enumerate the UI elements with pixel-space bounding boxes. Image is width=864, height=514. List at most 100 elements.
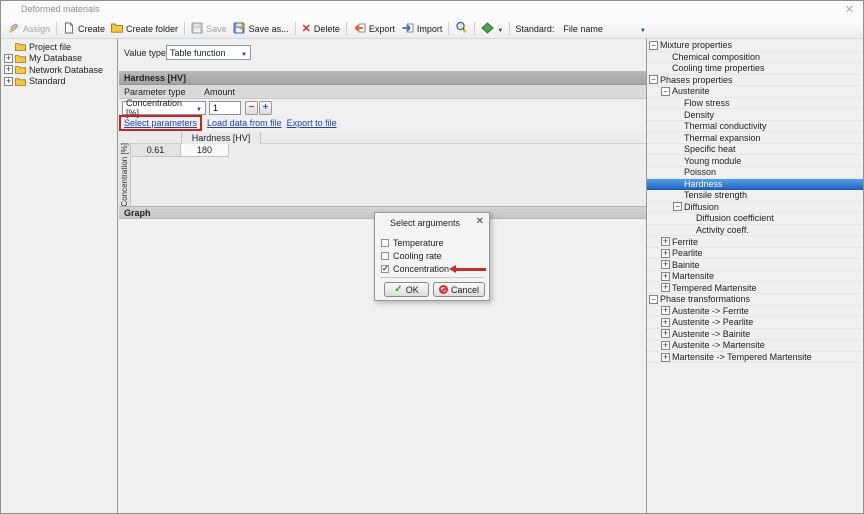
load-data-from-file-link[interactable]: Load data from file (207, 118, 282, 128)
red-highlight-box: Select parameters (119, 115, 202, 131)
toolbar-separator (346, 22, 347, 35)
tree-item-cooling-time-properties[interactable]: Cooling time properties (647, 63, 864, 75)
concentration-checkbox-row[interactable]: Concentration (381, 263, 449, 274)
toolbar-separator (184, 22, 185, 35)
tree-item-chemical-composition[interactable]: Chemical composition (647, 52, 864, 64)
collapse-minus-icon[interactable] (649, 75, 658, 84)
check-icon: ✓ (394, 285, 402, 294)
tree-item-thermal-conductivity[interactable]: Thermal conductivity (647, 121, 864, 133)
value-type-dropdown[interactable]: Table function (166, 45, 251, 60)
decrease-button[interactable]: − (245, 101, 258, 115)
tree-item-austenite-martensite[interactable]: Austenite -> Martensite (647, 340, 864, 352)
tree-item-tensile-strength[interactable]: Tensile strength (647, 190, 864, 202)
tree-item-specific-heat[interactable]: Specific heat (647, 144, 864, 156)
ok-button[interactable]: ✓ OK (384, 282, 429, 297)
checkbox-unchecked-icon[interactable] (381, 252, 389, 260)
tree-item-density[interactable]: Density (647, 109, 864, 121)
tree-item-austenite-ferrite[interactable]: Austenite -> Ferrite (647, 306, 864, 318)
tree-item-hardness-selected[interactable]: Hardness (647, 179, 864, 191)
expand-plus-icon[interactable] (661, 237, 670, 246)
table-column-header: Hardness [HV] (181, 132, 261, 144)
amount-input[interactable] (209, 101, 241, 115)
expand-plus-icon[interactable] (661, 283, 670, 292)
ok-label: OK (406, 285, 419, 295)
tree-item-bainite[interactable]: Bainite (647, 259, 864, 271)
title-bar: Deformed materials ✕ (1, 1, 863, 19)
left-tree-item-standard[interactable]: Standard (1, 76, 117, 88)
parameter-type-dropdown[interactable]: Concentration [%] (122, 101, 206, 115)
tree-item-thermal-expansion[interactable]: Thermal expansion (647, 132, 864, 144)
tree-item-flow-stress[interactable]: Flow stress (647, 98, 864, 110)
left-tree-item-my-database[interactable]: My Database (1, 53, 117, 65)
dialog-separator (380, 277, 484, 278)
prohibition-icon (439, 285, 448, 294)
export-button[interactable]: Export (350, 21, 398, 37)
save-icon (191, 22, 203, 36)
dialog-close-icon[interactable]: ✕ (476, 216, 484, 227)
window-title: Deformed materials (21, 4, 100, 14)
tree-item-pearlite[interactable]: Pearlite (647, 248, 864, 260)
import-button[interactable]: Import (398, 21, 446, 37)
cancel-button[interactable]: Cancel (433, 282, 485, 297)
tree-item-young-module[interactable]: Young module (647, 155, 864, 167)
checkbox-unchecked-icon[interactable] (381, 239, 389, 247)
expand-plus-icon[interactable] (661, 306, 670, 315)
create-folder-label: Create folder (126, 24, 178, 34)
value-type-label: Value type (124, 48, 166, 58)
tree-item-austenite-pearlite[interactable]: Austenite -> Pearlite (647, 317, 864, 329)
standard-dropdown[interactable]: File name (554, 23, 648, 35)
table-cell[interactable]: 180 (181, 144, 229, 157)
expand-plus-icon[interactable] (4, 65, 13, 74)
temperature-checkbox-row[interactable]: Temperature (381, 237, 444, 248)
collapse-minus-icon[interactable] (661, 87, 670, 96)
tree-item-diffusion-coefficient[interactable]: Diffusion coefficient (647, 213, 864, 225)
tree-item-martensite[interactable]: Martensite (647, 271, 864, 283)
delete-label: Delete (314, 24, 340, 34)
tree-item-austenite-bainite[interactable]: Austenite -> Bainite (647, 329, 864, 341)
cooling-rate-checkbox-row[interactable]: Cooling rate (381, 250, 442, 261)
expand-plus-icon[interactable] (4, 54, 13, 63)
expand-plus-icon[interactable] (661, 329, 670, 338)
assign-button[interactable]: Assign (5, 21, 53, 37)
expand-plus-icon[interactable] (661, 353, 670, 362)
table-row-header[interactable]: 0.61 (131, 144, 181, 157)
save-as-button[interactable]: Save as... (230, 21, 292, 37)
delete-x-icon: ✕ (302, 24, 311, 34)
tree-item-austenite[interactable]: Austenite (647, 86, 864, 98)
database-button[interactable] (478, 21, 506, 37)
collapse-minus-icon[interactable] (649, 41, 658, 50)
expand-plus-icon[interactable] (661, 249, 670, 258)
tree-item-phases-properties[interactable]: Phases properties (647, 75, 864, 87)
expand-plus-icon[interactable] (661, 272, 670, 281)
zoom-button[interactable] (452, 20, 471, 37)
tree-item-poisson[interactable]: Poisson (647, 167, 864, 179)
select-parameters-link[interactable]: Select parameters (124, 118, 197, 128)
tree-item-ferrite[interactable]: Ferrite (647, 236, 864, 248)
tree-item-phase-transformations[interactable]: Phase transformations (647, 294, 864, 306)
tree-item-mixture-properties[interactable]: Mixture properties (647, 40, 864, 52)
expand-plus-icon[interactable] (4, 77, 13, 86)
assign-icon (8, 22, 20, 36)
create-button[interactable]: Create (60, 21, 108, 37)
create-folder-button[interactable]: Create folder (108, 21, 181, 36)
expand-plus-icon[interactable] (661, 318, 670, 327)
collapse-minus-icon[interactable] (649, 295, 658, 304)
left-tree-item-project-file[interactable]: Project file (1, 41, 117, 53)
new-page-icon (63, 22, 75, 36)
expand-plus-icon[interactable] (661, 260, 670, 269)
chevron-down-icon (196, 103, 202, 113)
collapse-minus-icon[interactable] (673, 202, 682, 211)
delete-button[interactable]: ✕ Delete (299, 23, 343, 35)
tree-item-diffusion[interactable]: Diffusion (647, 202, 864, 214)
checkbox-checked-icon[interactable] (381, 265, 389, 273)
tree-item-martensite-tempered-martensite[interactable]: Martensite -> Tempered Martensite (647, 352, 864, 364)
close-icon[interactable]: ✕ (845, 3, 854, 16)
value-type-value: Table function (170, 48, 226, 58)
tree-item-activity-coeff[interactable]: Activity coeff. (647, 225, 864, 237)
save-button[interactable]: Save (188, 21, 230, 37)
left-tree-item-network-database[interactable]: Network Database (1, 64, 117, 76)
expand-plus-icon[interactable] (661, 341, 670, 350)
tree-item-tempered-martensite[interactable]: Tempered Martensite (647, 282, 864, 294)
export-to-file-link[interactable]: Export to file (287, 118, 337, 128)
increase-button[interactable]: + (259, 101, 272, 115)
